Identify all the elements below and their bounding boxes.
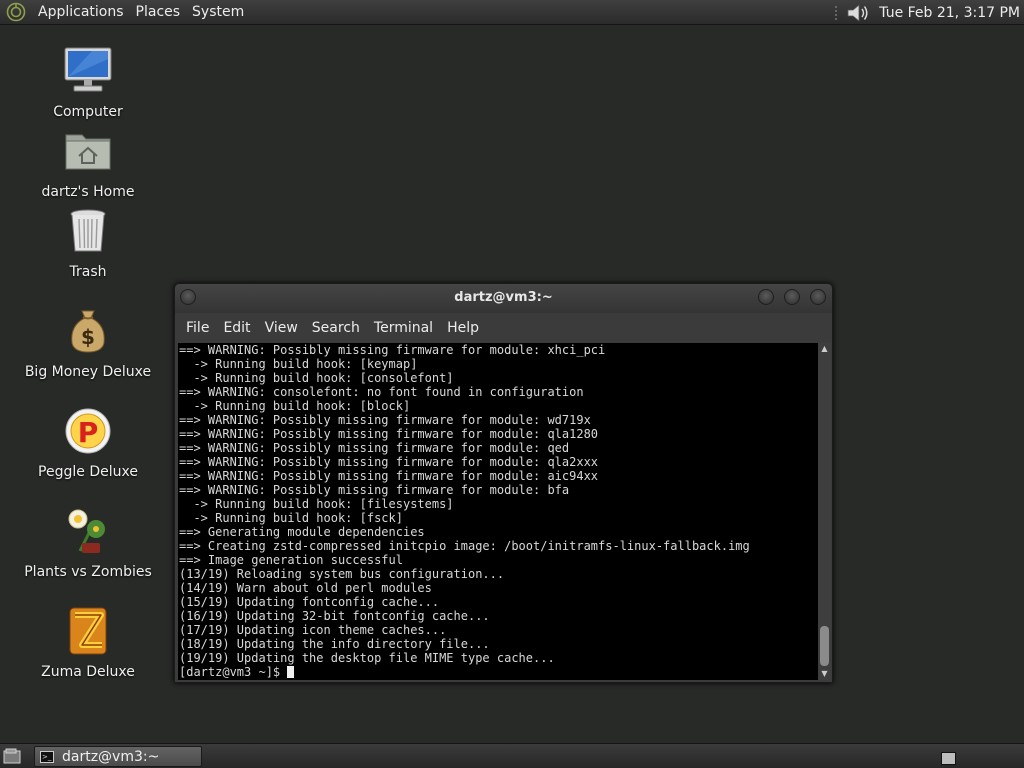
terminal-output[interactable]: ==> WARNING: Possibly missing firmware f…: [178, 343, 818, 680]
desktop-icon-computer[interactable]: Computer: [18, 45, 158, 120]
menu-search[interactable]: Search: [305, 320, 367, 336]
trash-icon: [70, 209, 106, 252]
terminal-line: ==> WARNING: Possibly missing firmware f…: [179, 413, 591, 427]
desktop-icon-label: Big Money Deluxe: [24, 364, 152, 380]
places-menu[interactable]: Places: [130, 0, 187, 25]
terminal-line: ==> WARNING: Possibly missing firmware f…: [179, 427, 599, 441]
text-cursor: [287, 666, 295, 678]
terminal-line: (13/19) Reloading system bus configurati…: [179, 567, 505, 581]
terminal-line: ==> WARNING: Possibly missing firmware f…: [179, 441, 570, 455]
menu-edit[interactable]: Edit: [216, 320, 257, 336]
terminal-line: -> Running build hook: [consolefont]: [179, 371, 454, 385]
window-title: dartz@vm3:~: [454, 290, 553, 305]
terminal-line: ==> Image generation successful: [179, 553, 403, 567]
svg-text:P: P: [78, 416, 99, 449]
distro-logo-icon[interactable]: [6, 2, 26, 22]
plants-zombies-icon: [68, 509, 105, 553]
terminal-line: ==> Creating zstd-compressed initcpio im…: [179, 539, 750, 553]
taskbar-button-label: dartz@vm3:~: [62, 748, 160, 765]
taskbar-button-terminal[interactable]: >_ dartz@vm3:~: [34, 746, 202, 767]
desktop-icon-label: Computer: [53, 104, 123, 120]
terminal-line: (18/19) Updating the info directory file…: [179, 637, 490, 651]
terminal-titlebar[interactable]: dartz@vm3:~: [175, 284, 832, 313]
desktop-icon-label: Peggle Deluxe: [38, 464, 138, 480]
desktop-icon-big-money[interactable]: $ Big Money Deluxe: [18, 305, 158, 380]
terminal-line: ==> WARNING: Possibly missing firmware f…: [179, 455, 599, 469]
shell-prompt: [dartz@vm3 ~]$: [179, 665, 288, 679]
maximize-button[interactable]: [784, 289, 800, 305]
panel-handle-icon: [835, 5, 838, 20]
terminal-line: -> Running build hook: [block]: [179, 399, 411, 413]
close-button[interactable]: [810, 289, 826, 305]
top-panel-tray: Tue Feb 21, 3:17 PM: [833, 0, 1024, 25]
zuma-icon: [69, 607, 107, 655]
scrollbar-thumb[interactable]: [820, 626, 829, 666]
desktop-icon-label: Trash: [69, 264, 107, 280]
terminal-line: (14/19) Warn about old perl modules: [179, 581, 432, 595]
terminal-line: -> Running build hook: [filesystems]: [179, 497, 454, 511]
menu-help[interactable]: Help: [440, 320, 486, 336]
terminal-line: (17/19) Updating icon theme caches...: [179, 623, 447, 637]
desktop-icon-label: dartz's Home: [41, 184, 135, 200]
scroll-down-arrow-icon[interactable]: ▼: [818, 668, 831, 680]
menu-terminal[interactable]: Terminal: [367, 320, 440, 336]
terminal-prompt-line[interactable]: [dartz@vm3 ~]$: [179, 665, 818, 679]
desktop-icon-label: Plants vs Zombies: [24, 564, 152, 580]
terminal-line: ==> WARNING: Possibly missing firmware f…: [179, 343, 606, 357]
top-panel: Applications Places System Tue Feb 21, 3…: [0, 0, 1024, 25]
terminal-line: ==> Generating module dependencies: [179, 525, 425, 539]
computer-icon: [64, 47, 112, 92]
terminal-line: (16/19) Updating 32-bit fontconfig cache…: [179, 609, 490, 623]
terminal-icon: >_: [40, 750, 54, 763]
terminal-line: -> Running build hook: [fsck]: [179, 511, 403, 525]
terminal-line: (19/19) Updating the desktop file MIME t…: [179, 651, 555, 665]
home-folder-icon: [65, 134, 111, 170]
menu-file[interactable]: File: [179, 320, 216, 336]
applications-menu[interactable]: Applications: [32, 0, 130, 25]
desktop-icon-home[interactable]: dartz's Home: [18, 125, 158, 200]
volume-icon[interactable]: [845, 2, 871, 24]
vertical-scrollbar[interactable]: ▲ ▼: [818, 343, 831, 680]
terminal-line: ==> WARNING: Possibly missing firmware f…: [179, 483, 570, 497]
terminal-line: ==> WARNING: consolefont: no font found …: [179, 385, 584, 399]
system-menu[interactable]: System: [186, 0, 250, 25]
terminal-line: (15/19) Updating fontconfig cache...: [179, 595, 440, 609]
desktop-icon-plants-zombies[interactable]: Plants vs Zombies: [18, 505, 158, 580]
terminal-line: ==> WARNING: Possibly missing firmware f…: [179, 469, 599, 483]
money-bag-icon: $: [71, 310, 105, 353]
clock[interactable]: Tue Feb 21, 3:17 PM: [871, 5, 1024, 21]
show-desktop-icon[interactable]: [3, 748, 21, 765]
peggle-icon: P: [65, 408, 111, 454]
terminal-line: -> Running build hook: [keymap]: [179, 357, 418, 371]
bottom-panel: >_ dartz@vm3:~: [0, 743, 1024, 768]
svg-text:$: $: [81, 325, 95, 349]
desktop-icon-peggle[interactable]: P Peggle Deluxe: [18, 405, 158, 480]
terminal-menubar: File Edit View Search Terminal Help: [175, 313, 832, 343]
desktop-icon-label: Zuma Deluxe: [41, 664, 135, 680]
workspace-switcher[interactable]: [941, 752, 956, 765]
terminal-window[interactable]: dartz@vm3:~ File Edit View Search Termin…: [174, 283, 833, 683]
menu-view[interactable]: View: [258, 320, 305, 336]
minimize-button[interactable]: [758, 289, 774, 305]
scroll-up-arrow-icon[interactable]: ▲: [818, 343, 831, 355]
desktop-icon-trash[interactable]: Trash: [18, 205, 158, 280]
desktop-icon-zuma[interactable]: Zuma Deluxe: [18, 605, 158, 680]
